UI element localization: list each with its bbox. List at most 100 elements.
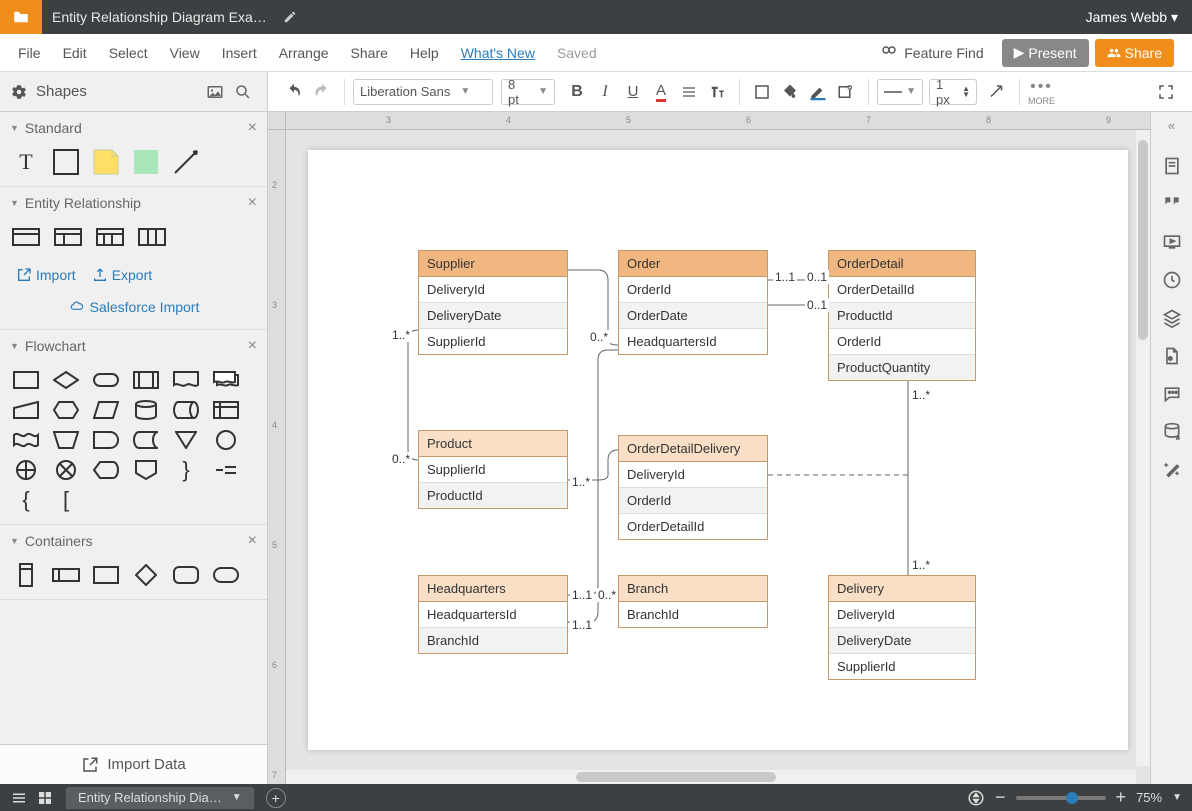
fc-brace-r[interactable]: } [172, 460, 200, 480]
fc-manualin[interactable] [12, 400, 40, 420]
add-page-button[interactable]: + [266, 788, 286, 808]
feature-find[interactable]: Feature Find [880, 44, 983, 62]
present-button[interactable]: ▶ Present [1002, 39, 1089, 67]
fc-terminator[interactable] [92, 370, 120, 390]
ct-diamond[interactable] [132, 565, 160, 585]
fc-decision[interactable] [52, 370, 80, 390]
undo-icon[interactable] [280, 78, 308, 106]
text-color-icon[interactable]: A [647, 78, 675, 106]
note-shape[interactable] [92, 152, 120, 172]
fc-or[interactable] [12, 460, 40, 480]
hotspot-shape[interactable] [132, 152, 160, 172]
fill-icon[interactable] [776, 78, 804, 106]
line-width-select[interactable]: 1 px▲▼ [929, 79, 977, 105]
close-icon[interactable]: × [248, 337, 257, 355]
fc-sum[interactable] [52, 460, 80, 480]
menu-arrange[interactable]: Arrange [279, 45, 329, 61]
fc-internal[interactable] [212, 400, 240, 420]
image-icon[interactable] [201, 78, 229, 106]
italic-icon[interactable]: I [591, 78, 619, 106]
er-shape-3[interactable] [96, 227, 124, 247]
close-icon[interactable]: × [248, 194, 257, 212]
grid-view-icon[interactable] [36, 789, 54, 807]
fc-multidoc[interactable] [212, 370, 240, 390]
ct-rect[interactable] [92, 565, 120, 585]
fc-display[interactable] [92, 460, 120, 480]
fc-predef[interactable] [132, 370, 160, 390]
entity-order[interactable]: Order OrderId OrderDate HeadquartersId [618, 250, 768, 355]
align-icon[interactable] [675, 78, 703, 106]
section-containers[interactable]: ▼Containers× [0, 525, 267, 557]
fc-manualop[interactable] [52, 430, 80, 450]
fc-directdata[interactable] [172, 400, 200, 420]
close-icon[interactable]: × [248, 119, 257, 137]
chat-icon[interactable] [1162, 384, 1182, 404]
section-flowchart[interactable]: ▼Flowchart× [0, 330, 267, 362]
fc-offpage[interactable] [132, 460, 160, 480]
entity-branch[interactable]: Branch BranchId [618, 575, 768, 628]
redo-icon[interactable] [308, 78, 336, 106]
list-view-icon[interactable] [10, 789, 28, 807]
document-title[interactable]: Entity Relationship Diagram Exa… [42, 9, 277, 25]
fc-database[interactable] [132, 400, 160, 420]
scrollbar-horizontal[interactable] [286, 770, 1136, 784]
menu-edit[interactable]: Edit [63, 45, 87, 61]
zoom-slider[interactable] [1016, 796, 1106, 800]
gear-icon[interactable] [10, 83, 28, 101]
fc-note[interactable] [212, 460, 240, 480]
more-button[interactable]: ••• MORE [1028, 78, 1055, 106]
share-button[interactable]: Share [1095, 39, 1174, 67]
ct-lane-h[interactable] [52, 565, 80, 585]
menu-share[interactable]: Share [351, 45, 388, 61]
font-size-select[interactable]: 8 pt▼ [501, 79, 555, 105]
edit-title-icon[interactable] [283, 10, 297, 24]
line-style-select[interactable]: ▼ [877, 79, 923, 105]
fc-brace-l[interactable]: { [12, 490, 40, 510]
folder-icon[interactable] [0, 0, 42, 34]
fc-delay[interactable] [92, 430, 120, 450]
history-icon[interactable] [1162, 270, 1182, 290]
menu-file[interactable]: File [18, 45, 41, 61]
menu-view[interactable]: View [170, 45, 200, 61]
line-options-icon[interactable] [983, 78, 1011, 106]
section-standard[interactable]: ▼Standard× [0, 112, 267, 144]
fc-process[interactable] [12, 370, 40, 390]
zoom-level[interactable]: 75% [1136, 790, 1162, 805]
layers-icon[interactable] [1162, 308, 1182, 328]
er-shape-4[interactable] [138, 227, 166, 247]
bold-icon[interactable]: B [563, 78, 591, 106]
magic-icon[interactable] [1162, 460, 1182, 480]
fc-papertape[interactable] [12, 430, 40, 450]
fc-merge[interactable] [172, 430, 200, 450]
menu-insert[interactable]: Insert [222, 45, 257, 61]
salesforce-import-link[interactable]: Salesforce Import [16, 299, 251, 315]
ct-round[interactable] [172, 565, 200, 585]
fc-bracket[interactable]: [ [52, 490, 80, 510]
ct-pill[interactable] [212, 565, 240, 585]
page-tab[interactable]: Entity Relationship Dia…▼ [66, 787, 254, 809]
entity-headquarters[interactable]: Headquarters HeadquartersId BranchId [418, 575, 568, 654]
scrollbar-vertical[interactable] [1136, 130, 1150, 766]
menu-help[interactable]: Help [410, 45, 439, 61]
border-color-icon[interactable] [804, 78, 832, 106]
entity-orderdetaildelivery[interactable]: OrderDetailDelivery DeliveryId OrderId O… [618, 435, 768, 540]
export-link[interactable]: Export [92, 267, 152, 283]
er-shape-2[interactable] [54, 227, 82, 247]
zoom-in-icon[interactable]: + [1116, 787, 1127, 808]
ct-lane-v[interactable] [12, 565, 40, 585]
entity-supplier[interactable]: Supplier DeliveryId DeliveryDate Supplie… [418, 250, 568, 355]
db-icon[interactable] [1162, 422, 1182, 442]
block-shape[interactable] [52, 152, 80, 172]
search-icon[interactable] [229, 78, 257, 106]
fc-prep[interactable] [52, 400, 80, 420]
fc-data[interactable] [92, 400, 120, 420]
font-family-select[interactable]: Liberation Sans▼ [353, 79, 493, 105]
text-shape[interactable]: T [12, 152, 40, 172]
collapse-icon[interactable]: « [1168, 118, 1175, 138]
shape-icon[interactable] [748, 78, 776, 106]
import-link[interactable]: Import [16, 267, 76, 283]
canvas-area[interactable]: 3 4 5 6 7 8 9 2 3 4 5 6 7 [268, 112, 1150, 784]
slide-icon[interactable] [1162, 232, 1182, 252]
fc-connector[interactable] [212, 430, 240, 450]
entity-product[interactable]: Product SupplierId ProductId [418, 430, 568, 509]
